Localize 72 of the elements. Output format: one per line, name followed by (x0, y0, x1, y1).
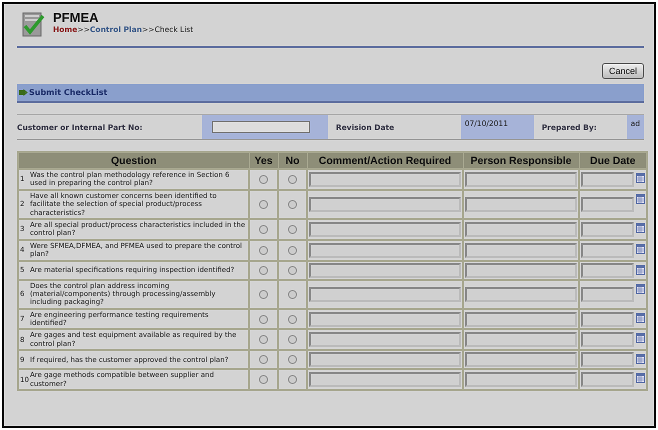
due-date-field[interactable] (581, 172, 634, 187)
yes-radio[interactable] (259, 266, 268, 275)
no-radio[interactable] (288, 174, 297, 184)
person-field[interactable] (465, 222, 577, 237)
comment-field[interactable] (309, 332, 461, 348)
no-radio[interactable] (288, 355, 297, 364)
column-header: No (278, 152, 307, 169)
person-field[interactable] (465, 172, 577, 187)
calendar-icon[interactable] (636, 312, 645, 323)
due-date-field[interactable] (581, 196, 634, 212)
person-field[interactable] (465, 312, 577, 327)
column-header: Question (18, 152, 249, 169)
yes-radio[interactable] (259, 355, 268, 364)
checklist-icon (21, 12, 45, 38)
person-field[interactable] (465, 352, 577, 368)
yes-radio[interactable] (259, 246, 268, 255)
double-arrow-icon (19, 89, 29, 96)
person-field[interactable] (465, 262, 577, 278)
yes-radio[interactable] (259, 174, 268, 184)
submit-checklist-link[interactable]: Submit CheckList (19, 88, 108, 97)
due-date-field[interactable] (581, 352, 634, 368)
yes-radio[interactable] (259, 224, 268, 234)
calendar-icon[interactable] (636, 222, 645, 233)
column-header: Comment/Action Required (307, 152, 463, 169)
comment-field[interactable] (309, 372, 461, 388)
cancel-button[interactable]: Cancel (602, 63, 644, 79)
due-date-field[interactable] (581, 332, 634, 348)
part-number-field[interactable] (212, 121, 310, 133)
column-header: Due Date (579, 152, 647, 169)
column-header: Yes (249, 152, 278, 169)
person-field[interactable] (465, 242, 577, 258)
yes-radio[interactable] (259, 335, 268, 344)
column-header: Person Responsible (463, 152, 579, 169)
no-radio[interactable] (288, 246, 297, 255)
no-radio[interactable] (288, 266, 297, 275)
no-radio[interactable] (288, 224, 297, 234)
due-date-field[interactable] (581, 286, 634, 302)
calendar-icon[interactable] (636, 264, 645, 275)
comment-field[interactable] (309, 312, 461, 327)
comment-field[interactable] (309, 352, 461, 368)
person-field[interactable] (465, 372, 577, 388)
comment-field[interactable] (309, 172, 461, 187)
comment-field[interactable] (309, 222, 461, 237)
person-field[interactable] (465, 286, 577, 302)
comment-field[interactable] (309, 286, 461, 302)
no-radio[interactable] (288, 375, 297, 384)
calendar-icon[interactable] (636, 333, 645, 344)
calendar-icon[interactable] (636, 173, 645, 183)
comment-field[interactable] (309, 242, 461, 258)
page-title: PFMEA (53, 10, 100, 25)
no-radio[interactable] (288, 290, 297, 299)
person-field[interactable] (465, 196, 577, 212)
calendar-icon[interactable] (636, 244, 645, 254)
no-radio[interactable] (288, 200, 297, 209)
due-date-field[interactable] (581, 312, 634, 327)
calendar-icon[interactable] (636, 284, 645, 294)
person-field[interactable] (465, 332, 577, 348)
calendar-icon[interactable] (636, 194, 645, 204)
yes-radio[interactable] (259, 290, 268, 299)
comment-field[interactable] (309, 262, 461, 278)
calendar-icon[interactable] (636, 373, 645, 384)
due-date-field[interactable] (581, 222, 634, 237)
due-date-field[interactable] (581, 262, 634, 278)
comment-field[interactable] (309, 196, 461, 212)
no-radio[interactable] (288, 314, 297, 324)
yes-radio[interactable] (259, 200, 268, 209)
calendar-icon[interactable] (636, 354, 645, 364)
due-date-field[interactable] (581, 242, 634, 258)
yes-radio[interactable] (259, 314, 268, 324)
no-radio[interactable] (288, 335, 297, 344)
due-date-field[interactable] (581, 372, 634, 388)
yes-radio[interactable] (259, 375, 268, 384)
